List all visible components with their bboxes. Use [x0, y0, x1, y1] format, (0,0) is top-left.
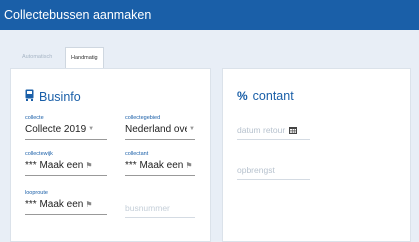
datum-retour-placeholder: datum retour: [237, 125, 286, 135]
collectewijk-field[interactable]: collectewijk *** Maak een ⚑: [25, 151, 107, 176]
flag-icon: ⚑: [85, 200, 93, 209]
collectant-label: collectant: [125, 151, 149, 157]
calendar-icon[interactable]: [289, 126, 298, 134]
collectant-field[interactable]: collectant *** Maak een ⚑: [125, 151, 195, 176]
collectant-value: *** Maak een: [125, 160, 184, 171]
opbrengst-input[interactable]: opbrengst: [237, 165, 310, 180]
chevron-down-icon: ▼: [189, 126, 195, 132]
businfo-title: Businfo: [39, 89, 81, 104]
collectegebied-label: collectegebied: [125, 115, 161, 121]
collecte-label: collecte: [25, 115, 44, 121]
bus-icon: [25, 89, 34, 104]
contant-heading: % contant: [237, 89, 294, 103]
looproute-value: *** Maak een: [25, 199, 84, 210]
tab-handmatig[interactable]: Handmatig: [65, 47, 104, 68]
app-window: Collectebussen aanmaken Automatisch Hand…: [0, 0, 419, 242]
chevron-down-icon: ▼: [88, 126, 95, 132]
busnummer-input[interactable]: busnummer: [125, 203, 195, 218]
percent-icon: %: [237, 89, 248, 103]
collecte-field[interactable]: collecte Collecte 2019 ▼: [25, 115, 107, 140]
collecte-select[interactable]: Collecte 2019 ▼: [25, 123, 107, 140]
businfo-panel: Businfo collecte Collecte 2019 ▼ collect…: [10, 68, 211, 242]
collectegebied-field[interactable]: collectegebied Nederland ove ▼: [125, 115, 195, 140]
businfo-heading: Businfo: [25, 89, 81, 104]
collectewijk-label: collectewijk: [25, 151, 53, 157]
tab-automatisch[interactable]: Automatisch: [17, 47, 65, 68]
collectant-select[interactable]: *** Maak een ⚑: [125, 159, 195, 176]
flag-icon: ⚑: [185, 161, 193, 170]
mode-tabs: Automatisch Handmatig: [17, 47, 104, 68]
datum-retour-input[interactable]: datum retour: [237, 125, 310, 140]
looproute-label: looproute: [25, 190, 48, 196]
contant-title: contant: [252, 89, 294, 103]
collectegebied-value: Nederland ove: [125, 124, 188, 135]
window-title: Collectebussen aanmaken: [0, 0, 419, 30]
looproute-select[interactable]: *** Maak een ⚑: [25, 198, 107, 215]
contant-panel: % contant datum retour opbrengst: [222, 68, 411, 242]
collectewijk-select[interactable]: *** Maak een ⚑: [25, 159, 107, 176]
flag-icon: ⚑: [85, 161, 93, 170]
collectewijk-value: *** Maak een: [25, 160, 84, 171]
looproute-field[interactable]: looproute *** Maak een ⚑: [25, 190, 107, 215]
collectegebied-select[interactable]: Nederland ove ▼: [125, 123, 195, 140]
collecte-value: Collecte 2019: [25, 124, 87, 135]
